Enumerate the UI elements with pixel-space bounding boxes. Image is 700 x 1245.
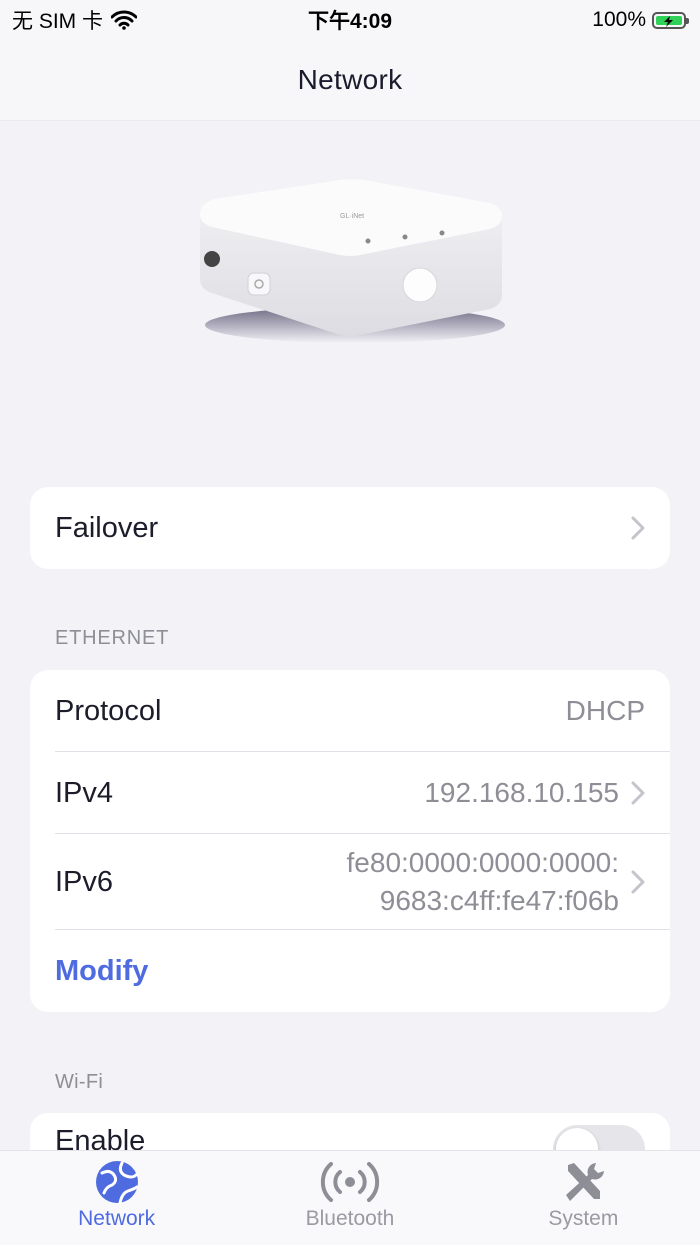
failover-row[interactable]: Failover — [30, 487, 670, 569]
protocol-row: Protocol DHCP — [30, 670, 670, 752]
device-image: GL·iNet — [190, 175, 510, 355]
wifi-enable-label: Enable — [55, 1125, 146, 1150]
status-right: 100% — [592, 8, 700, 32]
carrier-label: 无 SIM 卡 — [12, 10, 104, 33]
battery-icon — [652, 11, 689, 29]
battery-percent: 100% — [592, 8, 646, 31]
charging-bolt-icon — [664, 15, 673, 27]
failover-card: Failover — [30, 487, 670, 569]
chevron-right-icon — [631, 516, 645, 540]
ipv6-label: IPv6 — [55, 865, 114, 898]
ipv4-label: IPv4 — [55, 776, 114, 809]
svg-text:GL·iNet: GL·iNet — [340, 213, 364, 220]
tab-network-label: Network — [78, 1207, 156, 1230]
toggle-knob — [556, 1128, 598, 1150]
ipv4-row[interactable]: IPv4 192.168.10.155 — [30, 752, 670, 834]
ipv6-value-line1: fe80:0000:0000:0000: — [346, 847, 619, 878]
router-illustration: GL·iNet — [200, 179, 505, 343]
status-bar: 无 SIM 卡 下午4:09 100% — [0, 0, 700, 40]
tab-system[interactable]: System — [467, 1151, 700, 1245]
chevron-right-icon — [631, 870, 645, 894]
globe-icon — [95, 1161, 139, 1205]
battery-cap — [686, 17, 689, 24]
protocol-value: DHCP — [565, 695, 645, 726]
ipv4-value: 192.168.10.155 — [424, 777, 619, 808]
tab-system-label: System — [548, 1207, 619, 1230]
tools-icon — [566, 1163, 605, 1201]
ipv6-value-line2: 9683:c4ff:fe47:f06b — [379, 885, 619, 916]
protocol-label: Protocol — [55, 694, 162, 727]
status-left: 无 SIM 卡 — [0, 5, 138, 35]
wifi-section-header: Wi-Fi — [55, 1071, 104, 1093]
tab-bluetooth[interactable]: Bluetooth — [233, 1151, 466, 1245]
chevron-right-icon — [631, 781, 645, 805]
wifi-enable-row: Enable — [30, 1113, 670, 1150]
ethernet-section-header: ETHERNET — [55, 627, 170, 649]
modify-row[interactable]: Modify — [30, 930, 670, 1012]
modify-button[interactable]: Modify — [55, 955, 148, 988]
ipv6-value: fe80:0000:0000:0000: 9683:c4ff:fe47:f06b — [347, 844, 619, 920]
tab-bluetooth-label: Bluetooth — [305, 1207, 395, 1230]
wifi-icon — [111, 10, 138, 30]
broadcast-icon — [320, 1162, 380, 1202]
tab-bar: Network Bluetooth System — [0, 1150, 700, 1245]
battery-fill — [656, 15, 682, 27]
wifi-enable-toggle[interactable] — [553, 1125, 645, 1150]
failover-label: Failover — [55, 511, 159, 544]
nav-bar: Network — [0, 40, 700, 121]
tab-network[interactable]: Network — [0, 1151, 233, 1245]
ethernet-card: Protocol DHCP IPv4 192.168.10.155 IPv6 f… — [30, 670, 670, 1012]
ipv6-row[interactable]: IPv6 fe80:0000:0000:0000: 9683:c4ff:fe47… — [30, 834, 670, 930]
wifi-card: Enable — [30, 1113, 670, 1150]
page-title: Network — [297, 64, 403, 95]
